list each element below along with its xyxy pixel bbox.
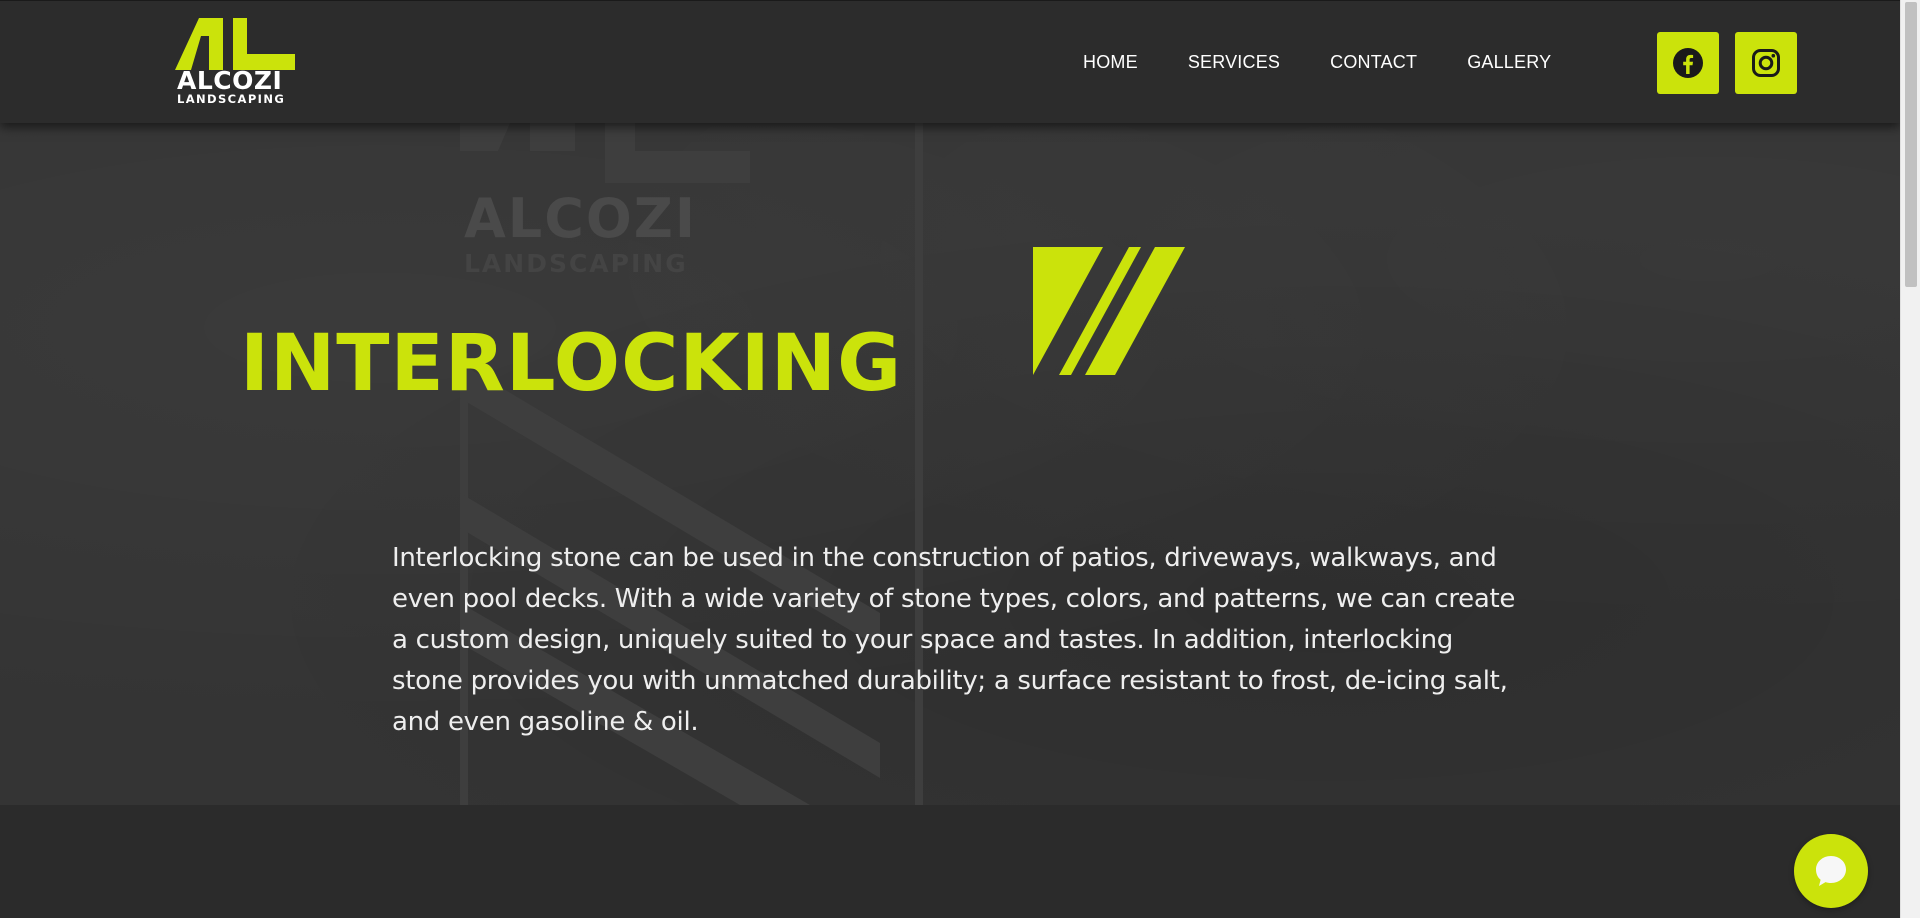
logo-subtitle: LANDSCAPING (177, 92, 286, 106)
facebook-button[interactable] (1657, 32, 1719, 94)
nav-gallery[interactable]: GALLERY (1467, 51, 1551, 73)
scrollbar-thumb[interactable] (1905, 2, 1917, 287)
svg-text:ALCOZI: ALCOZI (464, 187, 697, 250)
nav-home[interactable]: HOME (1083, 51, 1138, 73)
facebook-icon (1673, 48, 1703, 78)
chat-button[interactable] (1794, 834, 1868, 908)
diagonal-stripes-icon (1033, 247, 1185, 375)
nav-contact[interactable]: CONTACT (1330, 51, 1417, 73)
nav-services[interactable]: SERVICES (1188, 51, 1280, 73)
chat-bubble-icon (1816, 856, 1846, 886)
main-nav: HOME SERVICES CONTACT GALLERY (1083, 51, 1601, 73)
instagram-button[interactable] (1735, 32, 1797, 94)
scrollbar[interactable] (1900, 0, 1920, 918)
site-header: ALCOZI LANDSCAPING HOME SERVICES CONTACT… (0, 0, 1900, 123)
service-description: Interlocking stone can be used in the co… (392, 543, 1516, 737)
site-logo[interactable]: ALCOZI LANDSCAPING (175, 18, 300, 108)
logo-mark-icon (175, 18, 295, 70)
svg-text:LANDSCAPING: LANDSCAPING (464, 249, 688, 278)
logo-wordmark: ALCOZI (177, 66, 283, 95)
hero-section: ALCOZI LANDSCAPING INTERLOCKING Interloc… (0, 123, 1900, 805)
lower-section (0, 805, 1900, 918)
page-title: INTERLOCKING (240, 319, 903, 410)
instagram-icon (1752, 49, 1780, 77)
page: ALCOZI LANDSCAPING HOME SERVICES CONTACT… (0, 0, 1900, 918)
